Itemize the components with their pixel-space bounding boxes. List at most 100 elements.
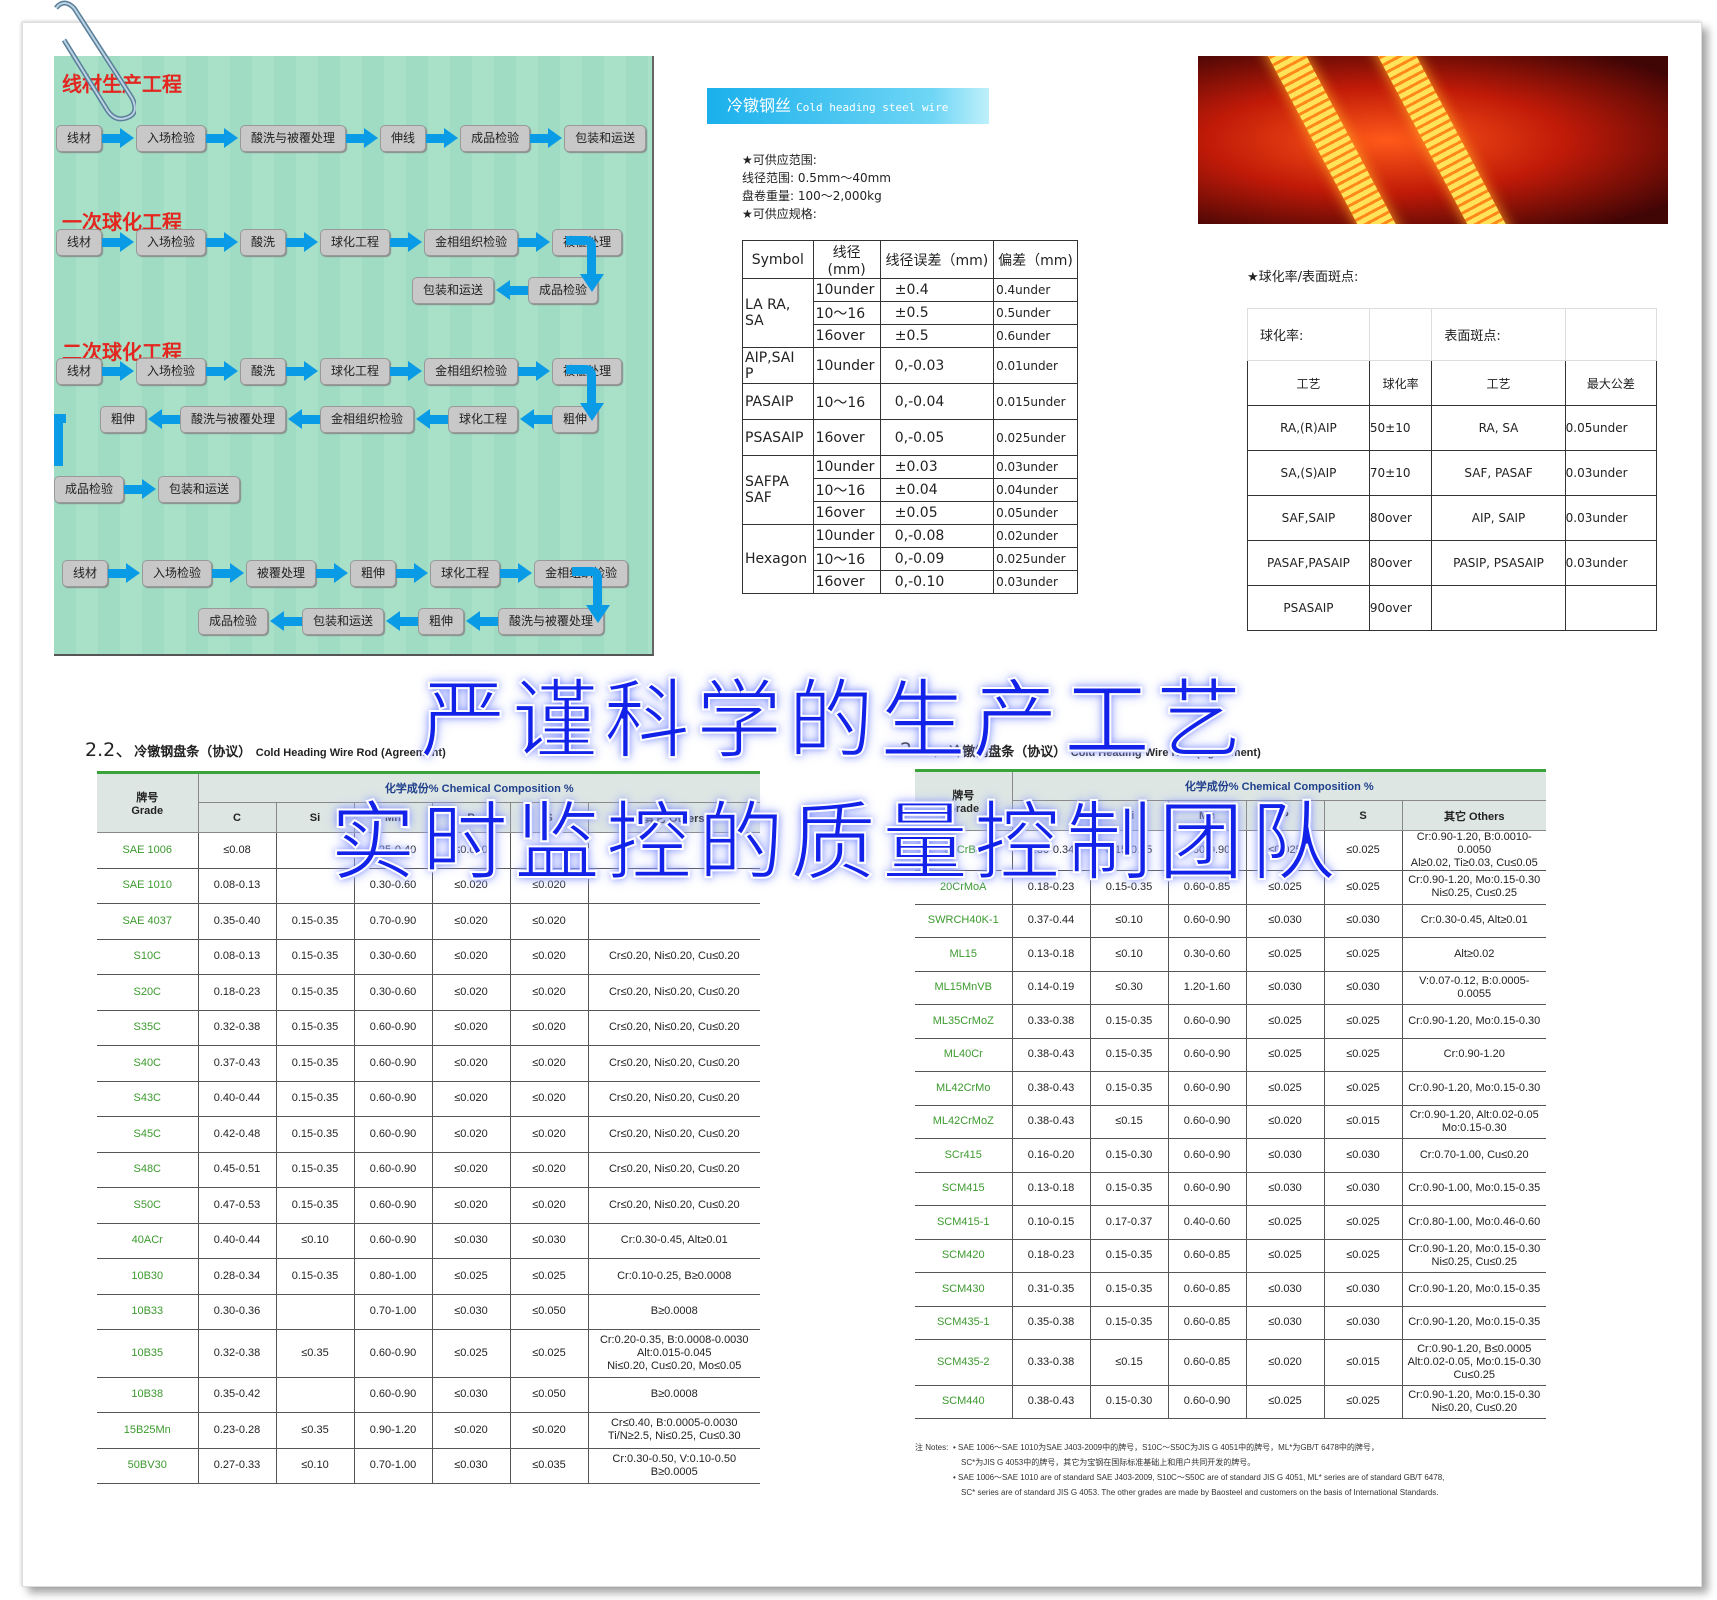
table-cell: Cr:0.70-1.00, Cu≤0.20 xyxy=(1401,1138,1546,1173)
process-step: 酸洗 xyxy=(240,358,287,385)
table-cell: 0.025under xyxy=(993,547,1078,571)
table-cell: 50±10 xyxy=(1368,405,1433,451)
table-cell: ≤0.025 xyxy=(1323,1038,1402,1072)
table-cell: ≤0.020 xyxy=(431,1152,510,1188)
table-cell: PASIP, PSASAIP xyxy=(1431,540,1566,586)
table-cell: ≤0.025 xyxy=(509,1258,588,1295)
top-cell: 表面斑点: xyxy=(1431,308,1566,361)
table-cell: 0.38-0.43 xyxy=(1011,1385,1090,1419)
table-cell: ≤0.025 xyxy=(1323,1385,1402,1419)
table-row: PSASAIP 16over 0,-0.05 0.025under xyxy=(742,419,1078,456)
table-row: S35C 0.32-0.38 0.15-0.35 0.60-0.90 ≤0.020 ≤0.… xyxy=(97,1010,760,1046)
process-step: 包装和运送 xyxy=(301,608,384,635)
table-cell: ≤0.020 xyxy=(509,1412,588,1449)
table-cell: 0.02under xyxy=(993,524,1078,548)
table-cell: S10C xyxy=(97,939,198,975)
table-cell: 10B38 xyxy=(97,1377,198,1413)
table-cell: 0.60-0.90 xyxy=(353,1377,432,1413)
table-row: SCM435-1 0.35-0.38 0.15-0.35 0.60-0.85 ≤0.03… xyxy=(915,1306,1546,1340)
table-cell: ≤0.10 xyxy=(275,1223,354,1259)
note-line: • SAE 1006～SAE 1010为SAE J403-2009中的牌号，S1… xyxy=(953,1443,1379,1452)
arrow-right-icon xyxy=(390,229,424,256)
table-row: 10B30 0.28-0.34 0.15-0.35 0.80-1.00 ≤0.025 ≤0… xyxy=(97,1258,760,1295)
table-cell: 1.20-1.60 xyxy=(1167,971,1246,1005)
table-row: ML40Cr 0.38-0.43 0.15-0.35 0.60-0.90 ≤0.025 ≤… xyxy=(915,1038,1546,1072)
table-cell: 0.17-0.37 xyxy=(1089,1205,1168,1240)
table-cell: 0.60-0.90 xyxy=(1167,904,1246,938)
table-cell: Cr:0.30-0.45, Alt≥0.01 xyxy=(1401,904,1546,938)
table-row: ML15 0.13-0.18 ≤0.10 0.30-0.60 ≤0.025 ≤0.025 A… xyxy=(915,937,1546,972)
process-step: 成品检验 xyxy=(54,476,125,503)
table-cell: 0.60-0.90 xyxy=(353,1010,432,1046)
table-cell: 10B33 xyxy=(97,1294,198,1330)
cold-heading-wire-banner: 冷镦钢丝 Cold heading steel wire xyxy=(707,88,989,124)
banner-cn: 冷镦钢丝 xyxy=(727,96,792,115)
table-cell: Cr:0.90-1.20, B:0.0010-0.0050 Al≥0.02, Ti… xyxy=(1401,830,1546,871)
table-cell: 0.32-0.38 xyxy=(197,1010,276,1046)
table-cell: ≤0.020 xyxy=(431,1412,510,1449)
table-row: S48C 0.45-0.51 0.15-0.35 0.60-0.90 ≤0.020 ≤0.… xyxy=(97,1152,760,1188)
table-cell: ±0.4 xyxy=(879,278,995,302)
table-cell: ML15MnVB xyxy=(915,971,1012,1005)
table-cell: 0.03under xyxy=(1564,540,1658,586)
table-cell: RA, SA xyxy=(1431,405,1566,451)
table-cell: 10～16 xyxy=(812,383,881,420)
arrow-right-icon xyxy=(390,358,424,385)
table-cell: Cr:0.90-1.20 xyxy=(1401,1038,1546,1072)
table-cell: 0.15-0.35 xyxy=(1089,1004,1168,1039)
table-cell: Cr:0.20-0.35, B:0.0008-0.0030 Alt:0.015-0… xyxy=(587,1329,760,1378)
table-cell: 0.40-0.44 xyxy=(197,1081,276,1117)
table-row: SCM415-1 0.10-0.15 0.17-0.37 0.40-0.60 ≤0.02… xyxy=(915,1205,1546,1240)
table-cell: Cr≤0.40, B:0.0005-0.0030 Ti/N≥2.5, Ni≤0.2… xyxy=(587,1412,760,1449)
table-cell: 0.025under xyxy=(993,419,1078,456)
arrow-left-icon xyxy=(518,406,552,433)
top-row: 球化率: 表面斑点: xyxy=(1247,308,1658,361)
banner-en: Cold heading steel wire xyxy=(796,101,949,114)
table-cell xyxy=(275,1294,354,1330)
hot-rolling-photo xyxy=(1198,56,1668,224)
table-cell: ≤0.030 xyxy=(1323,1138,1402,1173)
table-cell: SCM435-2 xyxy=(915,1339,1012,1386)
table-cell: 0.38-0.43 xyxy=(1011,1038,1090,1072)
process-step: 成品检验 xyxy=(197,608,268,635)
table-cell: ≤0.020 xyxy=(431,939,510,975)
table-cell: SCM415 xyxy=(915,1172,1012,1206)
header-col: 其它 Others xyxy=(1401,800,1546,831)
table-cell: Cr:0.80-1.00, Mo:0.46-0.60 xyxy=(1401,1205,1546,1240)
table-cell xyxy=(1564,585,1658,631)
table-cell: ≤0.020 xyxy=(431,903,510,940)
table-cell: 10under xyxy=(812,278,881,302)
table-cell: 0.015under xyxy=(993,383,1078,420)
table-cell: 0.80-1.00 xyxy=(353,1258,432,1295)
table-cell: S20C xyxy=(97,974,198,1011)
process-step: 球化工程 xyxy=(320,358,391,385)
table-cell xyxy=(587,903,760,940)
table-cell: 0.60-0.90 xyxy=(353,1329,432,1378)
table-cell: 0.15-0.35 xyxy=(1089,1306,1168,1340)
table-cell: Cr:0.90-1.20, Mo:0.15-0.30 Ni≤0.20, Cu≤0.… xyxy=(1401,1385,1546,1419)
table-cell: 0.03under xyxy=(993,455,1078,479)
arrow-right-icon xyxy=(108,560,142,587)
table-cell: 0.47-0.53 xyxy=(197,1187,276,1224)
top-cell xyxy=(1564,308,1658,361)
note-line: SC* series are of standard JIS G 4053. T… xyxy=(961,1488,1439,1497)
symbol-cell: LA RA, SA xyxy=(742,278,814,348)
table-cell: ≤0.025 xyxy=(1323,1205,1402,1240)
left-section-heading: 2.2、冷镦钢盘条（协议） Cold Heading Wire Rod (Agr… xyxy=(85,739,446,761)
header-row: 工艺 球化率 工艺 最大公差 xyxy=(1247,360,1658,406)
table-cell: 0.60-0.90 xyxy=(1167,1138,1246,1173)
table-cell: ≤0.15 xyxy=(1089,1339,1168,1386)
table-cell: 0.15-0.30 xyxy=(1089,1138,1168,1173)
table-cell: 0,-0.08 xyxy=(879,524,995,548)
table-cell: 0.40-0.60 xyxy=(1167,1205,1246,1240)
table-cell: 16over xyxy=(812,324,881,348)
table-cell: 0.15-0.35 xyxy=(275,1258,354,1295)
table-row: SCM420 0.18-0.23 0.15-0.35 0.60-0.85 ≤0.025 ≤… xyxy=(915,1239,1546,1273)
process-step: 线材 xyxy=(56,358,103,385)
table-cell: Cr:0.90-1.20, Mo:0.15-0.30 xyxy=(1401,1071,1546,1106)
arrow-right-icon xyxy=(518,229,552,256)
table-cell: ≤0.020 xyxy=(431,1010,510,1046)
table-cell: 10under xyxy=(812,524,881,548)
process-step: 入场检验 xyxy=(136,229,207,256)
table-cell: ≤0.025 xyxy=(1245,1071,1324,1106)
